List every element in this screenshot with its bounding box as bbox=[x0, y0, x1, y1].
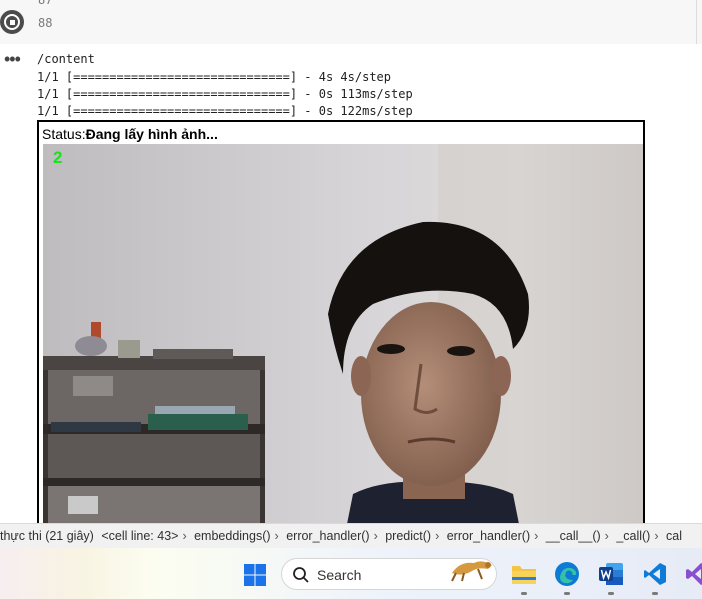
search-highlight-icon bbox=[451, 561, 492, 582]
exec-item[interactable]: error_handler() bbox=[447, 529, 530, 543]
exec-item[interactable]: error_handler() bbox=[286, 529, 369, 543]
visual-studio-button[interactable] bbox=[683, 560, 702, 588]
status-row: Status:Đang lấy hình ảnh... bbox=[42, 126, 218, 142]
exec-item[interactable]: _call() bbox=[616, 529, 650, 543]
running-indicator bbox=[652, 592, 658, 595]
exec-item[interactable]: predict() bbox=[385, 529, 431, 543]
webcam-video: 2 bbox=[43, 144, 643, 538]
output-line: 1/1 [==============================] - 0… bbox=[37, 87, 413, 101]
code-cell[interactable]: 87 88 bbox=[0, 0, 702, 44]
search-placeholder: Search bbox=[317, 567, 362, 583]
exec-item[interactable]: __call__() bbox=[546, 529, 601, 543]
folder-icon bbox=[512, 566, 536, 584]
more-options-icon[interactable]: ••• bbox=[4, 50, 21, 68]
vscode-button[interactable] bbox=[641, 560, 669, 588]
chevron-right-icon: › bbox=[604, 529, 609, 543]
visual-studio-icon bbox=[686, 563, 702, 585]
stop-icon bbox=[4, 14, 20, 30]
chevron-right-icon: › bbox=[534, 529, 539, 543]
output-line: /content bbox=[37, 52, 95, 66]
chevron-right-icon: › bbox=[373, 529, 378, 543]
running-indicator bbox=[564, 592, 570, 595]
running-indicator bbox=[608, 592, 614, 595]
word-icon bbox=[599, 563, 623, 585]
frame-count: 2 bbox=[53, 148, 63, 167]
status-label: Status: bbox=[42, 126, 86, 142]
webcam-panel: Status:Đang lấy hình ảnh... 2 bbox=[37, 120, 645, 540]
exec-item[interactable]: <cell line: 43> bbox=[101, 529, 178, 543]
file-explorer-button[interactable] bbox=[510, 560, 538, 588]
chevron-right-icon: › bbox=[182, 529, 187, 543]
vscode-icon bbox=[644, 563, 666, 585]
search-icon bbox=[293, 567, 309, 583]
chevron-right-icon: › bbox=[654, 529, 659, 543]
windows-start-button[interactable] bbox=[243, 563, 267, 587]
windows-logo-icon bbox=[244, 564, 266, 586]
line-number: 88 bbox=[38, 16, 53, 30]
status-value: Đang lấy hình ảnh... bbox=[85, 126, 218, 142]
execution-status-bar: thực thi (21 giây) <cell line: 43> › embe… bbox=[0, 523, 702, 548]
output-line: 1/1 [==============================] - 0… bbox=[37, 104, 413, 118]
taskbar: Search bbox=[0, 548, 702, 599]
exec-item[interactable]: cal bbox=[666, 529, 682, 543]
chevron-right-icon: › bbox=[274, 529, 279, 543]
webcam-frame-image bbox=[43, 144, 643, 538]
edge-button[interactable] bbox=[553, 560, 581, 588]
edge-icon bbox=[555, 562, 579, 586]
output-line: 1/1 [==============================] - 4… bbox=[37, 70, 392, 84]
chevron-right-icon: › bbox=[435, 529, 440, 543]
word-button[interactable] bbox=[597, 560, 625, 588]
line-number: 87 bbox=[38, 0, 53, 7]
run-cell-button[interactable] bbox=[0, 10, 24, 34]
exec-item[interactable]: embeddings() bbox=[194, 529, 270, 543]
exec-item: thực thi (21 giây) bbox=[0, 529, 94, 543]
cell-divider bbox=[696, 0, 697, 44]
running-indicator bbox=[521, 592, 527, 595]
